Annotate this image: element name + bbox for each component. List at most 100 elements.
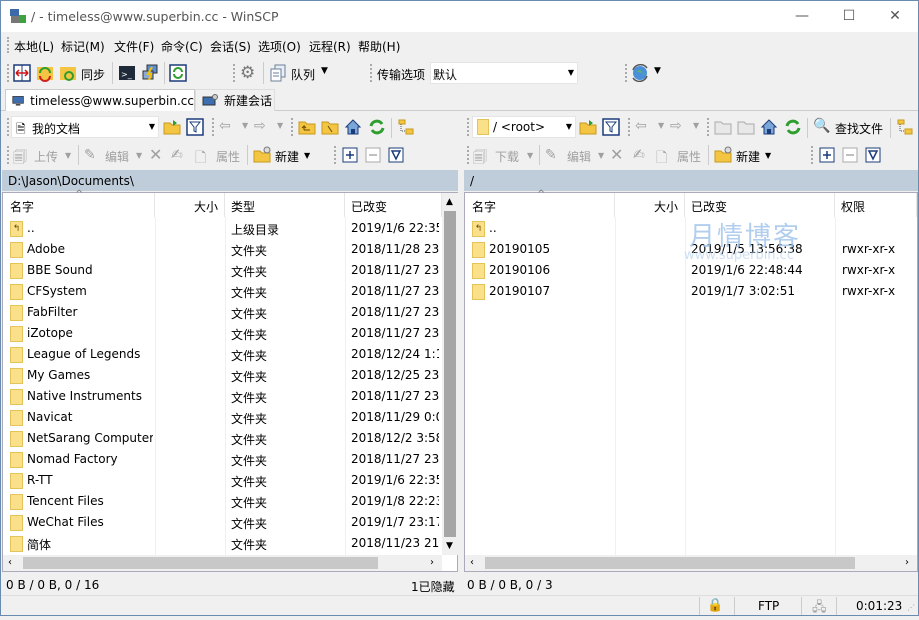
rename-icon[interactable]: ✍ <box>171 147 183 163</box>
edit-button[interactable]: 编辑 <box>105 148 129 165</box>
unselect-minus-icon[interactable] <box>841 146 859 164</box>
select-plus-icon[interactable] <box>341 146 359 164</box>
filter-select-icon[interactable] <box>864 146 882 164</box>
file-row[interactable]: FabFilter 文件夹 2018/11/27 23: <box>3 302 442 323</box>
local-hidden-count[interactable]: 1已隐藏 <box>411 578 455 595</box>
file-row[interactable]: WeChat Files 文件夹 2019/1/7 23:17 <box>3 512 442 533</box>
delete-icon[interactable]: ✕ <box>610 145 623 164</box>
download-dropdown-icon[interactable]: ▼ <box>527 151 533 160</box>
find-files-icon[interactable]: 🔍 <box>813 118 830 134</box>
file-row[interactable]: Native Instruments 文件夹 2018/11/27 23: <box>3 386 442 407</box>
queue-dropdown-arrow-icon[interactable]: ▼ <box>321 66 328 76</box>
col-header-name[interactable]: 名字 ^ <box>3 189 155 217</box>
upload-dropdown-icon[interactable]: ▼ <box>65 151 71 160</box>
menu-local[interactable]: 本地(L) <box>14 38 54 55</box>
menu-command[interactable]: 命令(C) <box>161 38 203 55</box>
menu-mark[interactable]: 标记(M) <box>61 38 105 55</box>
remote-location-select[interactable]: / <root> ▼ <box>472 116 576 138</box>
edit-icon[interactable]: ✎ <box>84 147 96 163</box>
new-dropdown-icon[interactable]: ▼ <box>304 151 310 160</box>
tree-view-icon[interactable] <box>896 118 914 136</box>
toolbar-grip[interactable] <box>625 64 628 82</box>
menu-session[interactable]: 会话(S) <box>210 38 251 55</box>
toolbar-grip[interactable] <box>7 118 10 136</box>
file-row[interactable]: BBE Sound 文件夹 2018/11/27 23: <box>3 260 442 281</box>
toolbar-grip[interactable] <box>707 118 710 136</box>
filter-icon[interactable] <box>602 118 620 136</box>
maximize-button[interactable]: ☐ <box>826 1 872 31</box>
new-folder-icon[interactable] <box>714 146 732 164</box>
file-row[interactable]: 20190107 2019/1/7 3:02:51 rwxr-xr-x <box>465 281 917 302</box>
rename-icon[interactable]: ✍ <box>633 147 645 163</box>
globe-dropdown-arrow-icon[interactable]: ▼ <box>654 66 661 76</box>
parent-directory-icon[interactable] <box>714 118 732 136</box>
col-header-size[interactable]: 大小 <box>615 193 685 217</box>
tab-new-session[interactable]: 新建会话 <box>195 89 275 111</box>
filter-icon[interactable] <box>186 118 204 136</box>
file-row[interactable]: 20190106 2019/1/6 22:48:44 rwxr-xr-x <box>465 260 917 281</box>
chevron-down-icon[interactable]: ▼ <box>149 122 155 131</box>
file-row[interactable]: Navicat 文件夹 2018/11/29 0:0 <box>3 407 442 428</box>
new-button[interactable]: 新建 <box>275 148 299 165</box>
home-icon[interactable] <box>344 118 362 136</box>
file-row[interactable]: League of Legends 文件夹 2018/12/24 1:1 <box>3 344 442 365</box>
scroll-left-icon[interactable]: ‹ <box>8 557 12 568</box>
delete-icon[interactable]: ✕ <box>149 145 162 164</box>
parent-directory-icon[interactable] <box>298 118 316 136</box>
file-row[interactable]: Adobe 文件夹 2018/11/28 23: <box>3 239 442 260</box>
properties-button[interactable]: 属性 <box>677 148 701 165</box>
resize-grip-icon[interactable]: ⋰ <box>907 603 915 612</box>
toolbar-grip[interactable] <box>7 37 10 53</box>
file-row[interactable]: NetSarang Computer 文件夹 2018/12/2 3:58 <box>3 428 442 449</box>
edit-icon[interactable]: ✎ <box>545 147 557 163</box>
col-header-size[interactable]: 大小 <box>155 193 225 217</box>
scroll-thumb[interactable] <box>23 557 378 569</box>
toolbar-grip[interactable] <box>233 64 236 82</box>
scroll-right-icon[interactable]: › <box>430 557 434 568</box>
find-files-button[interactable]: 查找文件 <box>835 120 883 137</box>
toolbar-grip[interactable] <box>212 118 215 136</box>
col-header-type[interactable]: 类型 <box>225 193 345 217</box>
root-directory-icon[interactable] <box>321 118 339 136</box>
col-header-changed[interactable]: 已改变 <box>345 193 442 217</box>
synchronize-browsing-icon[interactable] <box>36 64 54 82</box>
remote-path-bar[interactable]: / <box>464 170 918 191</box>
menu-remote[interactable]: 远程(R) <box>309 38 351 55</box>
forward-dropdown-icon[interactable]: ▼ <box>693 121 699 130</box>
properties-button[interactable]: 属性 <box>216 148 240 165</box>
file-row[interactable]: 简体 文件夹 2018/11/23 21: <box>3 533 442 554</box>
toolbar-grip[interactable] <box>467 118 470 136</box>
synchronize-label[interactable]: 同步 <box>81 66 105 83</box>
chevron-down-icon[interactable]: ▼ <box>568 68 574 77</box>
back-arrow-icon[interactable]: ⇦ <box>635 118 647 134</box>
scroll-right-icon[interactable]: › <box>905 557 909 568</box>
scroll-thumb[interactable] <box>444 211 456 537</box>
upload-icon[interactable]: 🗐 <box>13 147 27 171</box>
new-dropdown-icon[interactable]: ▼ <box>765 151 771 160</box>
local-path-bar[interactable]: D:\Jason\Documents\ <box>2 170 458 191</box>
putty-icon[interactable] <box>141 64 159 82</box>
new-folder-icon[interactable] <box>253 146 271 164</box>
upload-button[interactable]: 上传 <box>34 148 58 165</box>
new-button[interactable]: 新建 <box>736 148 760 165</box>
properties-icon[interactable]: 🗋 <box>656 147 667 171</box>
forward-arrow-icon[interactable]: ⇨ <box>254 118 266 134</box>
transfer-settings-select[interactable]: 默认 ▼ <box>430 62 578 84</box>
file-row[interactable]: iZotope 文件夹 2018/11/27 23: <box>3 323 442 344</box>
scroll-thumb[interactable] <box>485 557 855 569</box>
back-arrow-icon[interactable]: ⇦ <box>219 118 231 134</box>
col-header-changed[interactable]: 已改变 <box>685 193 835 217</box>
select-plus-icon[interactable] <box>818 146 836 164</box>
chevron-down-icon[interactable]: ▼ <box>566 122 572 131</box>
menu-options[interactable]: 选项(O) <box>258 38 301 55</box>
compare-directories-icon[interactable] <box>13 64 31 82</box>
local-horizontal-scrollbar[interactable]: ‹ › <box>3 555 442 571</box>
edit-button[interactable]: 编辑 <box>567 148 591 165</box>
forward-arrow-icon[interactable]: ⇨ <box>670 118 682 134</box>
toolbar-grip[interactable] <box>467 146 470 164</box>
edit-dropdown-icon[interactable]: ▼ <box>136 151 142 160</box>
minimize-button[interactable]: — <box>779 1 825 31</box>
forward-dropdown-icon[interactable]: ▼ <box>277 121 283 130</box>
home-icon[interactable] <box>760 118 778 136</box>
filter-select-icon[interactable] <box>387 146 405 164</box>
